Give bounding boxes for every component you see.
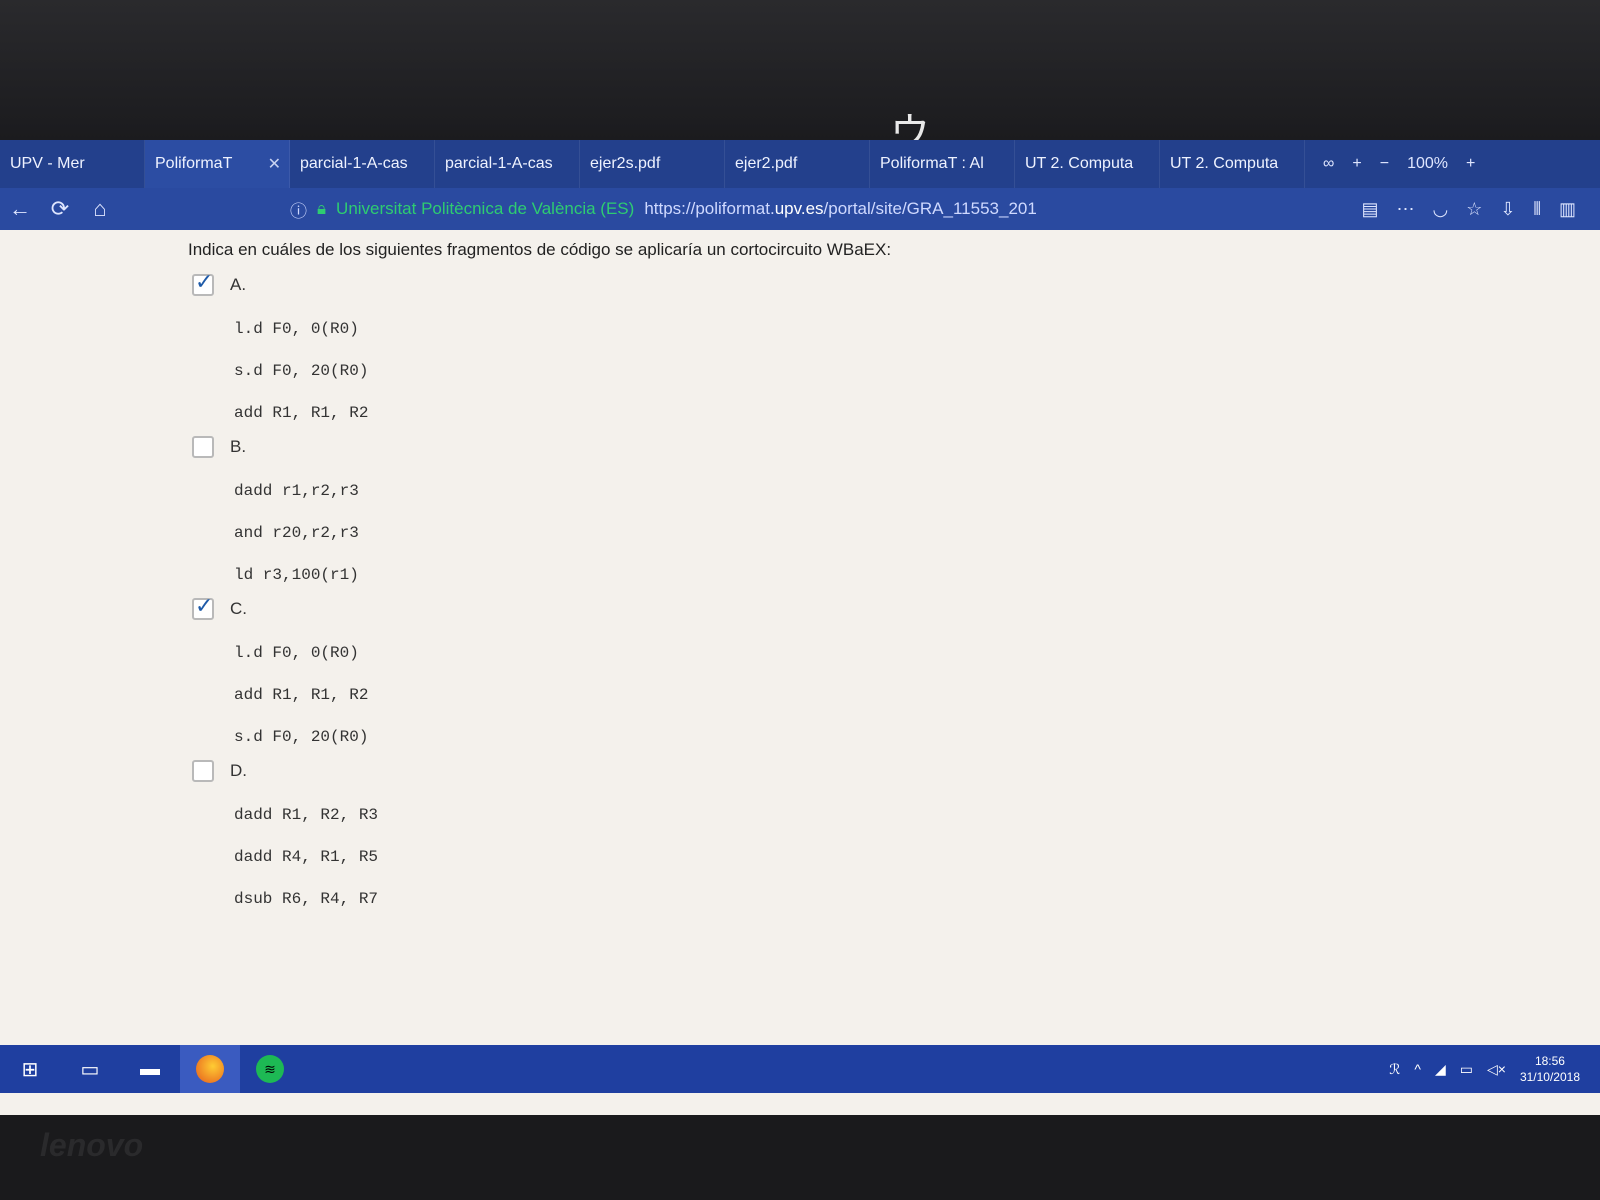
more-actions-icon[interactable]: ⋯ [1396, 199, 1414, 220]
option-d-checkbox[interactable] [192, 760, 214, 782]
tab-poliformat[interactable]: PoliformaT ✕ [145, 140, 290, 188]
file-explorer-icon[interactable]: ▬ [120, 1045, 180, 1093]
show-hidden-icons-icon[interactable]: ^ [1414, 1061, 1421, 1077]
url-text[interactable]: https://poliformat.upv.es/portal/site/GR… [644, 199, 1037, 219]
clock-time: 18:56 [1534, 1054, 1565, 1068]
code-line: s.d F0, 20(R0) [234, 728, 369, 746]
tab-label: UPV - Mer [10, 155, 85, 172]
monitor-bezel-bottom: lenovo [0, 1115, 1600, 1200]
clock-date: 31/10/2018 [1519, 1070, 1580, 1084]
spotify-icon: ≋ [256, 1055, 284, 1083]
tab-label: PoliformaT : Al [880, 155, 984, 172]
tab-bar: UPV - Mer PoliformaT ✕ parcial-1-A-cas pa… [0, 140, 1600, 188]
option-label: B. [230, 437, 247, 456]
tab-label: parcial-1-A-cas [445, 155, 553, 172]
tab-label: ejer2s.pdf [590, 155, 661, 172]
reload-icon[interactable]: ⟳ [40, 196, 80, 222]
tab-poliformat-al[interactable]: PoliformaT : Al [870, 140, 1015, 188]
new-tab-icon[interactable]: + [1352, 155, 1361, 173]
windows-start-icon[interactable]: ⊞ [0, 1045, 60, 1093]
zoom-level[interactable]: 100% [1407, 155, 1448, 173]
tab-ut2-2[interactable]: UT 2. Computa [1160, 140, 1305, 188]
zoom-out-icon[interactable]: − [1380, 155, 1389, 173]
system-tray: ℛ ^ ◢ ▭ ◁× 18:56 31/10/2018 [1389, 1053, 1600, 1085]
code-line: add R1, R1, R2 [234, 404, 369, 422]
toolbar-right: ▤ ⋯ ◡ ☆ ⇩ ⫴ ▥ [1361, 199, 1600, 220]
tab-ejer2[interactable]: ejer2.pdf [725, 140, 870, 188]
code-line: dadd R4, R1, R5 [234, 848, 379, 866]
library-icon[interactable]: ⫴ [1533, 199, 1541, 220]
zoom-in-icon[interactable]: + [1466, 155, 1475, 173]
url-path: /portal/site/GRA_11553_201 [823, 199, 1037, 218]
code-line: dadd r1,r2,r3 [234, 482, 359, 500]
option-label: C. [230, 599, 247, 618]
firefox-icon [196, 1055, 224, 1083]
url-prefix: https://poliformat. [644, 199, 775, 218]
tab-tools: ∞ + − 100% + [1323, 155, 1475, 173]
tab-overflow-icon[interactable]: ∞ [1323, 155, 1334, 173]
tab-label: UT 2. Computa [1170, 155, 1279, 172]
tab-label: UT 2. Computa [1025, 155, 1134, 172]
clock[interactable]: 18:56 31/10/2018 [1520, 1053, 1580, 1085]
reader-view-icon[interactable]: ▤ [1361, 199, 1378, 220]
code-line: add R1, R1, R2 [234, 686, 369, 704]
tab-parcial-1[interactable]: parcial-1-A-cas [290, 140, 435, 188]
battery-icon[interactable]: ▭ [1460, 1061, 1473, 1078]
code-line: dsub R6, R4, R7 [234, 890, 379, 908]
code-line: l.d F0, 0(R0) [234, 320, 359, 338]
lock-icon: 🔒︎ [317, 199, 327, 218]
tab-label: ejer2.pdf [735, 155, 798, 172]
option-a: A. l.d F0, 0(R0) s.d F0, 20(R0) add R1, … [192, 270, 1570, 422]
back-arrow-icon[interactable]: ← [0, 196, 40, 222]
firefox-taskbar-button[interactable] [180, 1045, 240, 1093]
home-icon[interactable]: ⌂ [80, 196, 120, 222]
option-c-checkbox[interactable] [192, 594, 214, 620]
monitor-bezel-top: ウ [0, 0, 1600, 156]
option-c: C. l.d F0, 0(R0) add R1, R1, R2 s.d F0, … [192, 594, 1570, 746]
tab-ejer2s[interactable]: ejer2s.pdf [580, 140, 725, 188]
sidebar-icon[interactable]: ▥ [1559, 199, 1576, 220]
option-b: B. dadd r1,r2,r3 and r20,r2,r3 ld r3,100… [192, 436, 1570, 584]
task-view-icon[interactable]: ▭ [60, 1045, 120, 1093]
url-host: upv.es [774, 199, 824, 218]
code-line: s.d F0, 20(R0) [234, 362, 369, 380]
code-line: dadd R1, R2, R3 [234, 806, 379, 824]
nav-bar: ← ⟳ ⌂ ⓘ 🔒︎ Universitat Politècnica de Va… [0, 188, 1600, 230]
pocket-icon[interactable]: ◡ [1432, 199, 1448, 220]
url-bar[interactable]: ⓘ 🔒︎ Universitat Politècnica de València… [290, 197, 1037, 222]
site-identity: Universitat Politècnica de València (ES) [336, 199, 635, 218]
people-icon[interactable]: ℛ [1389, 1061, 1400, 1078]
bookmark-star-icon[interactable]: ☆ [1466, 199, 1482, 220]
tab-label: parcial-1-A-cas [300, 155, 408, 172]
volume-mute-icon[interactable]: ◁× [1487, 1061, 1506, 1078]
code-line: and r20,r2,r3 [234, 524, 359, 542]
question-prompt: Indica en cuáles de los siguientes fragm… [188, 240, 892, 259]
close-icon[interactable]: ✕ [268, 154, 281, 174]
download-icon[interactable]: ⇩ [1500, 199, 1515, 220]
option-a-checkbox[interactable] [192, 270, 214, 296]
option-b-checkbox[interactable] [192, 436, 214, 458]
info-icon[interactable]: ⓘ [290, 197, 307, 222]
lenovo-logo: lenovo [40, 1127, 144, 1163]
wifi-icon[interactable]: ◢ [1435, 1061, 1446, 1078]
code-line: ld r3,100(r1) [234, 566, 359, 584]
quiz-content: Indica en cuáles de los siguientes fragm… [170, 240, 1570, 1000]
option-label: D. [230, 761, 247, 780]
tab-label: PoliformaT [155, 155, 233, 172]
option-label: A. [230, 275, 247, 294]
tab-ut2-1[interactable]: UT 2. Computa [1015, 140, 1160, 188]
tab-parcial-2[interactable]: parcial-1-A-cas [435, 140, 580, 188]
option-d: D. dadd R1, R2, R3 dadd R4, R1, R5 dsub … [192, 760, 1570, 908]
code-line: l.d F0, 0(R0) [234, 644, 359, 662]
screen: UPV - Mer PoliformaT ✕ parcial-1-A-cas pa… [0, 140, 1600, 1115]
tab-upv[interactable]: UPV - Mer [0, 140, 145, 188]
spotify-taskbar-button[interactable]: ≋ [240, 1045, 300, 1093]
taskbar: ⊞ ▭ ▬ ≋ ℛ ^ ◢ ▭ ◁× 18:56 31/10/2018 [0, 1045, 1600, 1093]
